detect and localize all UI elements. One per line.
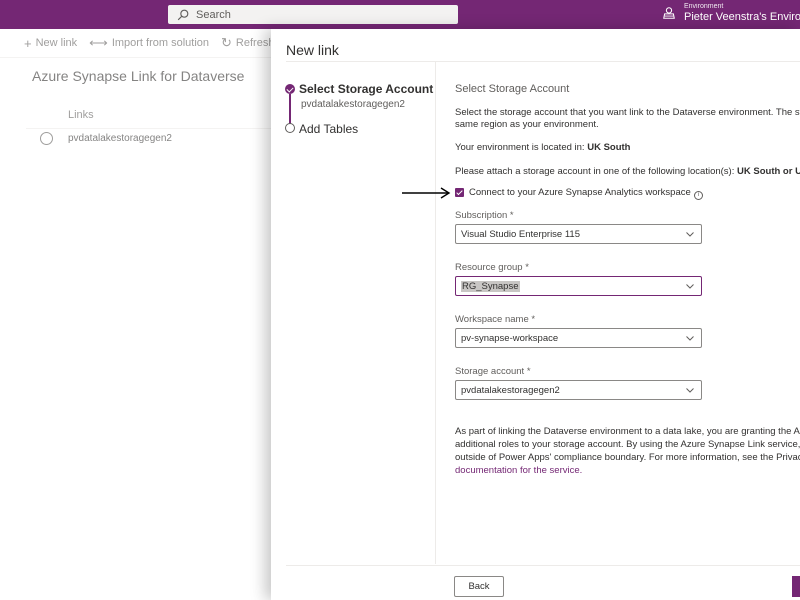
environment-location-prefix: Your environment is located in:: [455, 142, 585, 153]
environment-location-value: UK South: [587, 142, 631, 153]
step-connector: [289, 94, 291, 124]
steps-divider: [435, 62, 436, 564]
footer-divider: [286, 565, 800, 566]
section-title: Select Storage Account: [455, 83, 570, 95]
synapse-workspace-checkbox[interactable]: [455, 188, 464, 197]
resource-group-value: RG_Synapse: [461, 280, 520, 292]
intro-line-1: Select the storage account that you want…: [455, 107, 800, 118]
synapse-workspace-checkbox-label[interactable]: Connect to your Azure Synapse Analytics …: [469, 187, 703, 200]
chevron-down-icon: [686, 388, 694, 393]
next-button[interactable]: [792, 576, 800, 597]
attach-instruction: Please attach a storage account in one o…: [455, 166, 800, 178]
chevron-down-icon: [686, 336, 694, 341]
panel-content: Select Storage Account Select the storag…: [455, 29, 800, 564]
new-link-panel: New link Select Storage Account pvdatala…: [271, 29, 800, 600]
disclaimer-line-3: outside of Power Apps' compliance bounda…: [455, 452, 800, 463]
chevron-down-icon: [686, 284, 694, 289]
panel-title: New link: [286, 42, 339, 58]
top-bar: Search Environment Pieter Veenstra's Env…: [0, 0, 800, 29]
workspace-name-label: Workspace name *: [455, 314, 536, 325]
environment-picker[interactable]: Environment Pieter Veenstra's Enviro...: [662, 2, 800, 24]
resource-group-label: Resource group *: [455, 262, 529, 273]
attach-prefix: Please attach a storage account in one o…: [455, 166, 735, 177]
environment-icon: [663, 7, 675, 19]
workspace-name-dropdown[interactable]: pv-synapse-workspace: [455, 328, 702, 348]
documentation-link[interactable]: documentation for the service.: [455, 465, 582, 477]
resource-group-dropdown[interactable]: RG_Synapse: [455, 276, 702, 296]
step-pending-icon: [285, 123, 295, 133]
search-box[interactable]: Search: [168, 5, 458, 24]
intro-line-2: same region as your environment.: [455, 119, 599, 130]
storage-account-dropdown[interactable]: pvdatalakestoragegen2: [455, 380, 702, 400]
subscription-value: Visual Studio Enterprise 115: [461, 228, 581, 240]
storage-account-label: Storage account *: [455, 366, 531, 377]
disclaimer-line-1: As part of linking the Dataverse environ…: [455, 426, 800, 437]
chevron-down-icon: [686, 232, 694, 237]
step-select-storage-sub: pvdatalakestoragegen2: [301, 99, 405, 110]
checkbox-label-text: Connect to your Azure Synapse Analytics …: [469, 187, 691, 198]
search-placeholder: Search: [196, 8, 231, 21]
annotation-arrow-icon: [402, 187, 451, 199]
subscription-dropdown[interactable]: Visual Studio Enterprise 115: [455, 224, 702, 244]
environment-label: Environment: [684, 3, 724, 10]
step-add-tables[interactable]: Add Tables: [299, 122, 358, 136]
disclaimer-line-2: additional roles to your storage account…: [455, 439, 800, 450]
subscription-label: Subscription *: [455, 210, 514, 221]
environment-name: Pieter Veenstra's Enviro...: [684, 11, 800, 23]
search-icon: [177, 9, 189, 20]
workspace-name-value: pv-synapse-workspace: [461, 332, 559, 344]
environment-location: Your environment is located in: UK South: [455, 142, 630, 154]
storage-account-value: pvdatalakestoragegen2: [461, 384, 560, 396]
step-select-storage[interactable]: Select Storage Account: [299, 82, 433, 96]
step-complete-icon: [285, 84, 295, 94]
info-icon[interactable]: i: [693, 191, 703, 200]
back-button[interactable]: Back: [454, 576, 504, 597]
attach-locations: UK South or UK West: [737, 166, 800, 177]
